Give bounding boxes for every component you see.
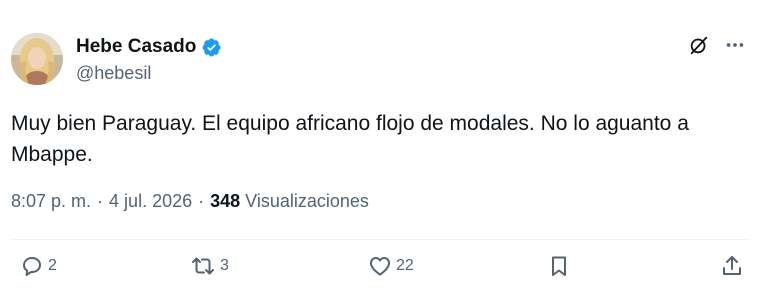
bookmark-icon [547,254,571,278]
retweet-icon [190,254,216,278]
tweet-time[interactable]: 8:07 p. m. [11,191,91,212]
like-icon [368,254,392,278]
avatar[interactable] [11,33,63,85]
views-label: Visualizaciones [245,191,369,211]
tweet-text: Muy bien Paraguay. El equipo africano fl… [11,112,689,166]
share-icon [720,254,744,278]
action-bar: 2 3 22 [0,254,760,284]
like-button[interactable]: 22 [368,254,414,278]
verified-badge-icon [201,37,222,58]
reply-button[interactable]: 2 [20,254,57,278]
share-button[interactable] [720,254,744,278]
meta-separator: · [97,191,104,211]
tweet-date[interactable]: 4 jul. 2026 [109,191,192,212]
divider [11,239,749,240]
retweet-count: 3 [220,257,229,274]
grok-icon[interactable] [688,34,710,56]
author-handle[interactable]: @hebesil [76,62,151,84]
retweet-button[interactable]: 3 [190,254,229,278]
meta-separator: · [198,191,205,211]
like-count: 22 [396,257,414,274]
more-icon[interactable] [724,34,746,56]
author-display-name[interactable]: Hebe Casado [76,36,196,58]
views-count: 348 [210,191,241,211]
reply-count: 2 [48,257,57,274]
reply-icon [20,254,44,278]
bookmark-button[interactable] [547,254,571,278]
tweet-meta: 8:07 p. m. · 4 jul. 2026 · 348 Visualiza… [11,191,369,212]
